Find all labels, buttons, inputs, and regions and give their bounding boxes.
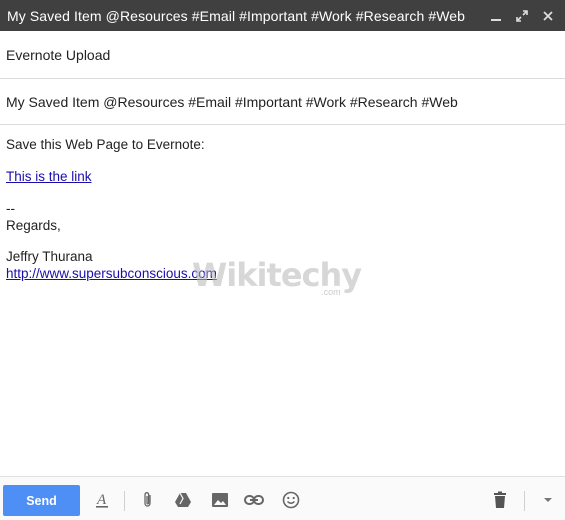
watermark-domain: .com bbox=[321, 287, 341, 297]
attach-icon[interactable] bbox=[137, 489, 159, 511]
window-controls bbox=[485, 5, 565, 27]
send-button[interactable]: Send bbox=[3, 485, 80, 516]
minimize-icon[interactable] bbox=[485, 5, 507, 27]
message-body[interactable]: Save this Web Page to Evernote: This is … bbox=[6, 136, 546, 282]
intro-text: Save this Web Page to Evernote: bbox=[6, 137, 205, 152]
format-text-icon[interactable]: A bbox=[91, 489, 113, 511]
toolbar-divider bbox=[524, 491, 525, 511]
close-icon[interactable] bbox=[537, 5, 559, 27]
page-link[interactable]: This is the link bbox=[6, 169, 92, 184]
trash-icon[interactable] bbox=[489, 489, 511, 511]
window-title: My Saved Item @Resources #Email #Importa… bbox=[7, 7, 466, 24]
subject-text: My Saved Item @Resources #Email #Importa… bbox=[6, 93, 458, 110]
sender-name: Jeffry Thurana bbox=[6, 249, 93, 264]
more-options-icon[interactable] bbox=[537, 489, 559, 511]
regards-text: Regards, bbox=[6, 218, 61, 233]
expand-icon[interactable] bbox=[511, 5, 533, 27]
emoji-icon[interactable] bbox=[280, 489, 302, 511]
subject-field[interactable]: My Saved Item @Resources #Email #Importa… bbox=[0, 79, 565, 125]
sender-url-link[interactable]: http://www.supersubconscious.com bbox=[6, 266, 217, 281]
to-field[interactable]: Evernote Upload bbox=[0, 31, 565, 79]
photo-icon[interactable] bbox=[209, 489, 231, 511]
drive-icon[interactable] bbox=[172, 489, 194, 511]
signature-separator: -- bbox=[6, 201, 15, 216]
compose-toolbar: Send A bbox=[0, 476, 565, 520]
svg-text:A: A bbox=[96, 492, 107, 508]
toolbar-divider bbox=[124, 491, 125, 511]
to-recipient: Evernote Upload bbox=[6, 46, 111, 63]
compose-titlebar[interactable]: My Saved Item @Resources #Email #Importa… bbox=[0, 0, 565, 31]
link-icon[interactable] bbox=[243, 489, 265, 511]
